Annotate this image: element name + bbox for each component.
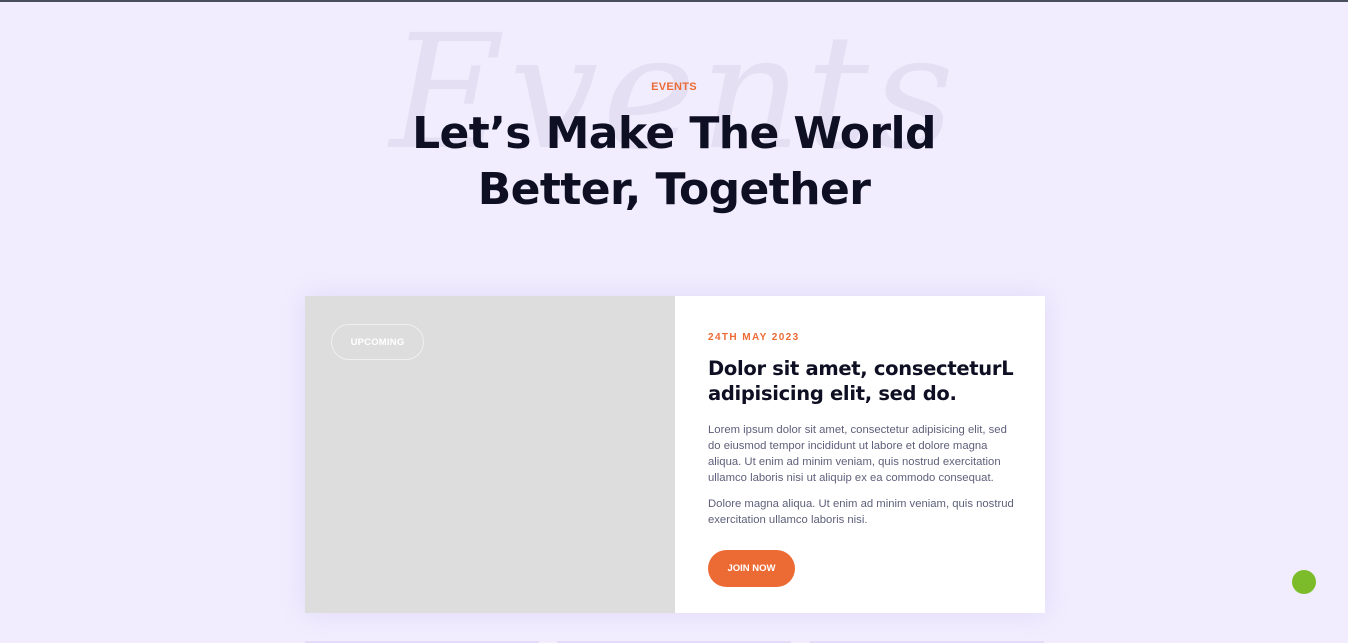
event-card: UPCOMING 24TH MAY 2023 Dolor sit amet, c… [305,296,1045,613]
event-title[interactable]: Dolor sit amet, consecteturL adipisicing… [708,356,1015,406]
page-title: Let’s Make The World Better, Together [0,106,1348,218]
event-description-2: Dolore magna aliqua. Ut enim ad minim ve… [708,498,1014,526]
chat-widget-icon[interactable] [1292,570,1316,594]
event-image-placeholder: UPCOMING [305,296,675,613]
event-date: 24TH MAY 2023 [708,332,800,343]
event-card-body: 24TH MAY 2023 Dolor sit amet, consectetu… [675,296,1045,613]
join-now-button[interactable]: JOIN NOW [708,550,795,587]
status-badge: UPCOMING [331,324,424,360]
section-eyebrow: EVENTS [651,81,697,93]
headline-line-1: Let’s Make The World [412,108,936,159]
events-section-header: Events EVENTS Let’s Make The World Bette… [0,2,1348,262]
headline-line-2: Better, Together [477,164,871,215]
event-description-1: Lorem ipsum dolor sit amet, consectetur … [708,424,1007,484]
